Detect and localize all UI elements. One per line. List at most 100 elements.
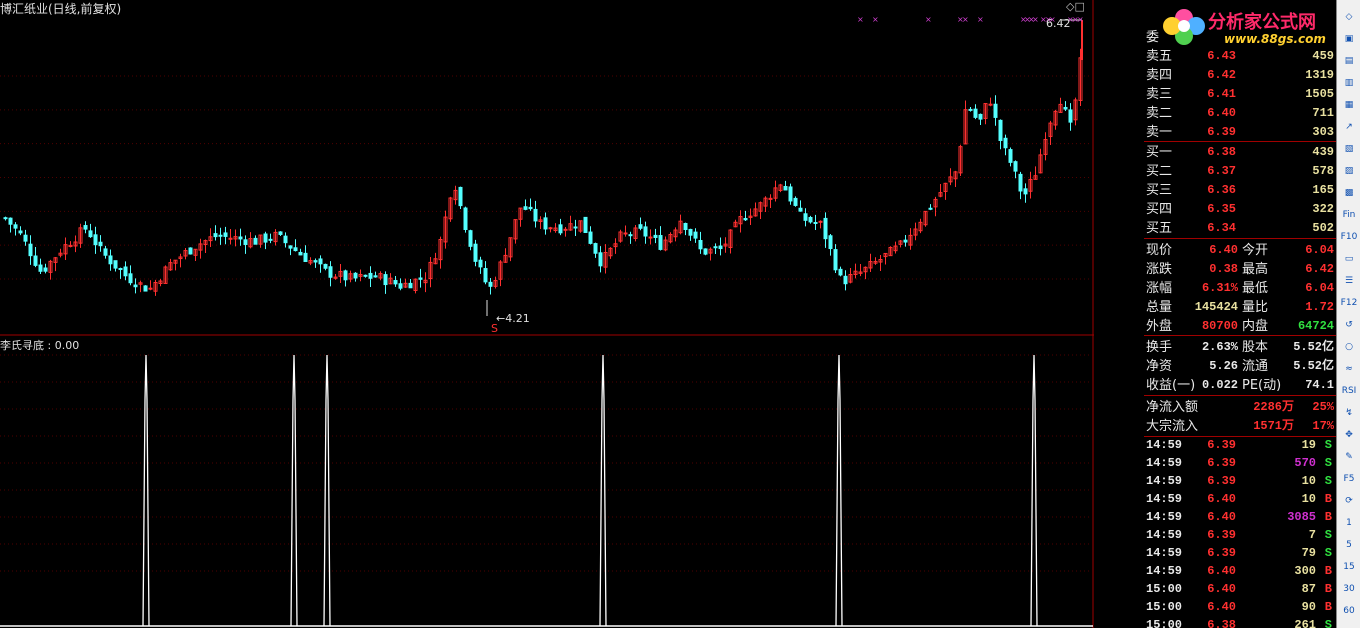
candlestick [868,253,873,272]
candlestick [3,216,8,221]
chart-area[interactable]: 博汇纸业(日线,前复权) × × × × × × × × × × × × × × × × 李氏寻底 : 0.0… [0,0,1094,628]
tick-row: 14:59 6.39 10 S [1144,472,1336,490]
toolbar-button[interactable]: ▭ [1340,250,1358,268]
toolbar-button[interactable]: ▤ [1340,52,1358,70]
candlestick [733,219,738,228]
stat-row: 收益(一) 0.022 PE(动) 74.1 [1144,376,1336,395]
tick-time: 15:00 [1146,600,1183,614]
tick-side: B [1324,492,1332,506]
low-label: ←4.21 [496,312,530,325]
candlestick [63,237,68,261]
price-chart[interactable]: × × × ×× × ×××× ××× ××× [0,0,1094,628]
candlestick [708,247,713,261]
chart-ctrl-icon[interactable]: ◇□ [1066,0,1085,13]
candlestick [193,248,198,261]
toolbar-button[interactable]: ↗ [1340,118,1358,136]
tick-volume: 19 [1301,438,1316,452]
candlestick [808,215,813,224]
stat-value: 5.26 [1209,359,1238,373]
candlestick [23,229,28,246]
tick-time: 14:59 [1146,564,1183,578]
toolbar-button[interactable]: ⟳ [1340,492,1358,510]
orderbook-volume: 711 [1312,106,1334,120]
candlestick [878,255,883,271]
toolbar-button[interactable]: 1 [1340,514,1358,532]
toolbar-button[interactable]: 15 [1340,558,1358,576]
tick-side: S [1324,546,1332,560]
site-logo: 分析家公式网 www.88gs.com [1160,2,1356,50]
tick-time: 14:59 [1146,492,1183,506]
tick-row: 15:00 6.40 90 B [1144,598,1336,616]
candlestick [118,267,123,279]
candlestick [568,215,573,231]
toolbar-button[interactable]: Fin [1340,206,1358,224]
candlestick [388,273,393,285]
stat-label: 流通 [1242,359,1269,374]
candlestick [603,244,608,274]
candlestick [208,228,213,248]
stat-label: 收益(一) [1146,378,1196,393]
toolbar-button[interactable]: 30 [1340,580,1358,598]
signal-x-mark: × [977,15,984,24]
candlestick [28,235,33,265]
tick-time: 14:59 [1146,528,1183,542]
orderbook-volume: 578 [1312,164,1334,178]
candlestick [383,271,388,294]
candlestick [163,265,168,284]
stat-value: 6.40 [1209,243,1238,257]
candlestick [488,277,493,295]
candlestick [68,241,73,248]
stat-row: 净资 5.26 流通 5.52亿 [1144,357,1336,376]
toolbar-button[interactable]: ◇ [1340,8,1358,26]
toolbar-button[interactable]: ▨ [1340,162,1358,180]
orderbook-row: 买三 6.36 165 [1144,181,1336,200]
candlestick [83,221,88,234]
toolbar-button[interactable]: RSI [1340,382,1358,400]
candlestick [198,238,203,259]
toolbar-button[interactable]: F10 [1340,228,1358,246]
toolbar-button[interactable]: ▥ [1340,74,1358,92]
candlestick [258,234,263,248]
candlestick [413,278,418,294]
tick-time: 15:00 [1146,582,1183,596]
toolbar-button[interactable]: ✥ [1340,426,1358,444]
toolbar-button[interactable]: ▦ [1340,96,1358,114]
orderbook-level-label: 买五 [1146,221,1173,236]
tick-side: B [1324,510,1332,524]
tick-volume: 90 [1301,600,1316,614]
toolbar-button[interactable]: F12 [1340,294,1358,312]
toolbar-button[interactable]: ▣ [1340,30,1358,48]
toolbar-button[interactable]: ▩ [1340,184,1358,202]
candlestick [143,285,148,292]
candlestick [303,245,308,262]
orderbook-price: 6.39 [1207,125,1236,139]
toolbar-button[interactable]: ✎ [1340,448,1358,466]
toolbar-button[interactable]: ☰ [1340,272,1358,290]
candlestick [1008,147,1013,167]
candlestick [438,236,443,269]
toolbar-button[interactable]: ≈ [1340,360,1358,378]
candlestick [493,276,498,289]
toolbar-button[interactable]: ↯ [1340,404,1358,422]
candlestick [228,229,233,245]
toolbar-button[interactable]: F5 [1340,470,1358,488]
stat-value: 145424 [1194,300,1238,314]
stat-value: 5.52亿 [1293,359,1334,373]
orderbook-volume: 439 [1312,145,1334,159]
toolbar-button[interactable]: ○ [1340,338,1358,356]
toolbar-button[interactable]: 60 [1340,602,1358,620]
candlestick [1023,183,1028,203]
candlestick [768,194,773,208]
candlestick [573,219,578,236]
tick-side: S [1324,456,1332,470]
candlestick [618,229,623,243]
stat-row: 外盘 80700 内盘 64724 [1144,317,1336,336]
candlestick [588,226,593,245]
toolbar-button[interactable]: ↺ [1340,316,1358,334]
candlestick [943,182,948,200]
tick-volume: 87 [1301,582,1316,596]
candlestick [1048,120,1053,146]
toolbar-button[interactable]: ▧ [1340,140,1358,158]
separator [1144,395,1336,396]
toolbar-button[interactable]: 5 [1340,536,1358,554]
